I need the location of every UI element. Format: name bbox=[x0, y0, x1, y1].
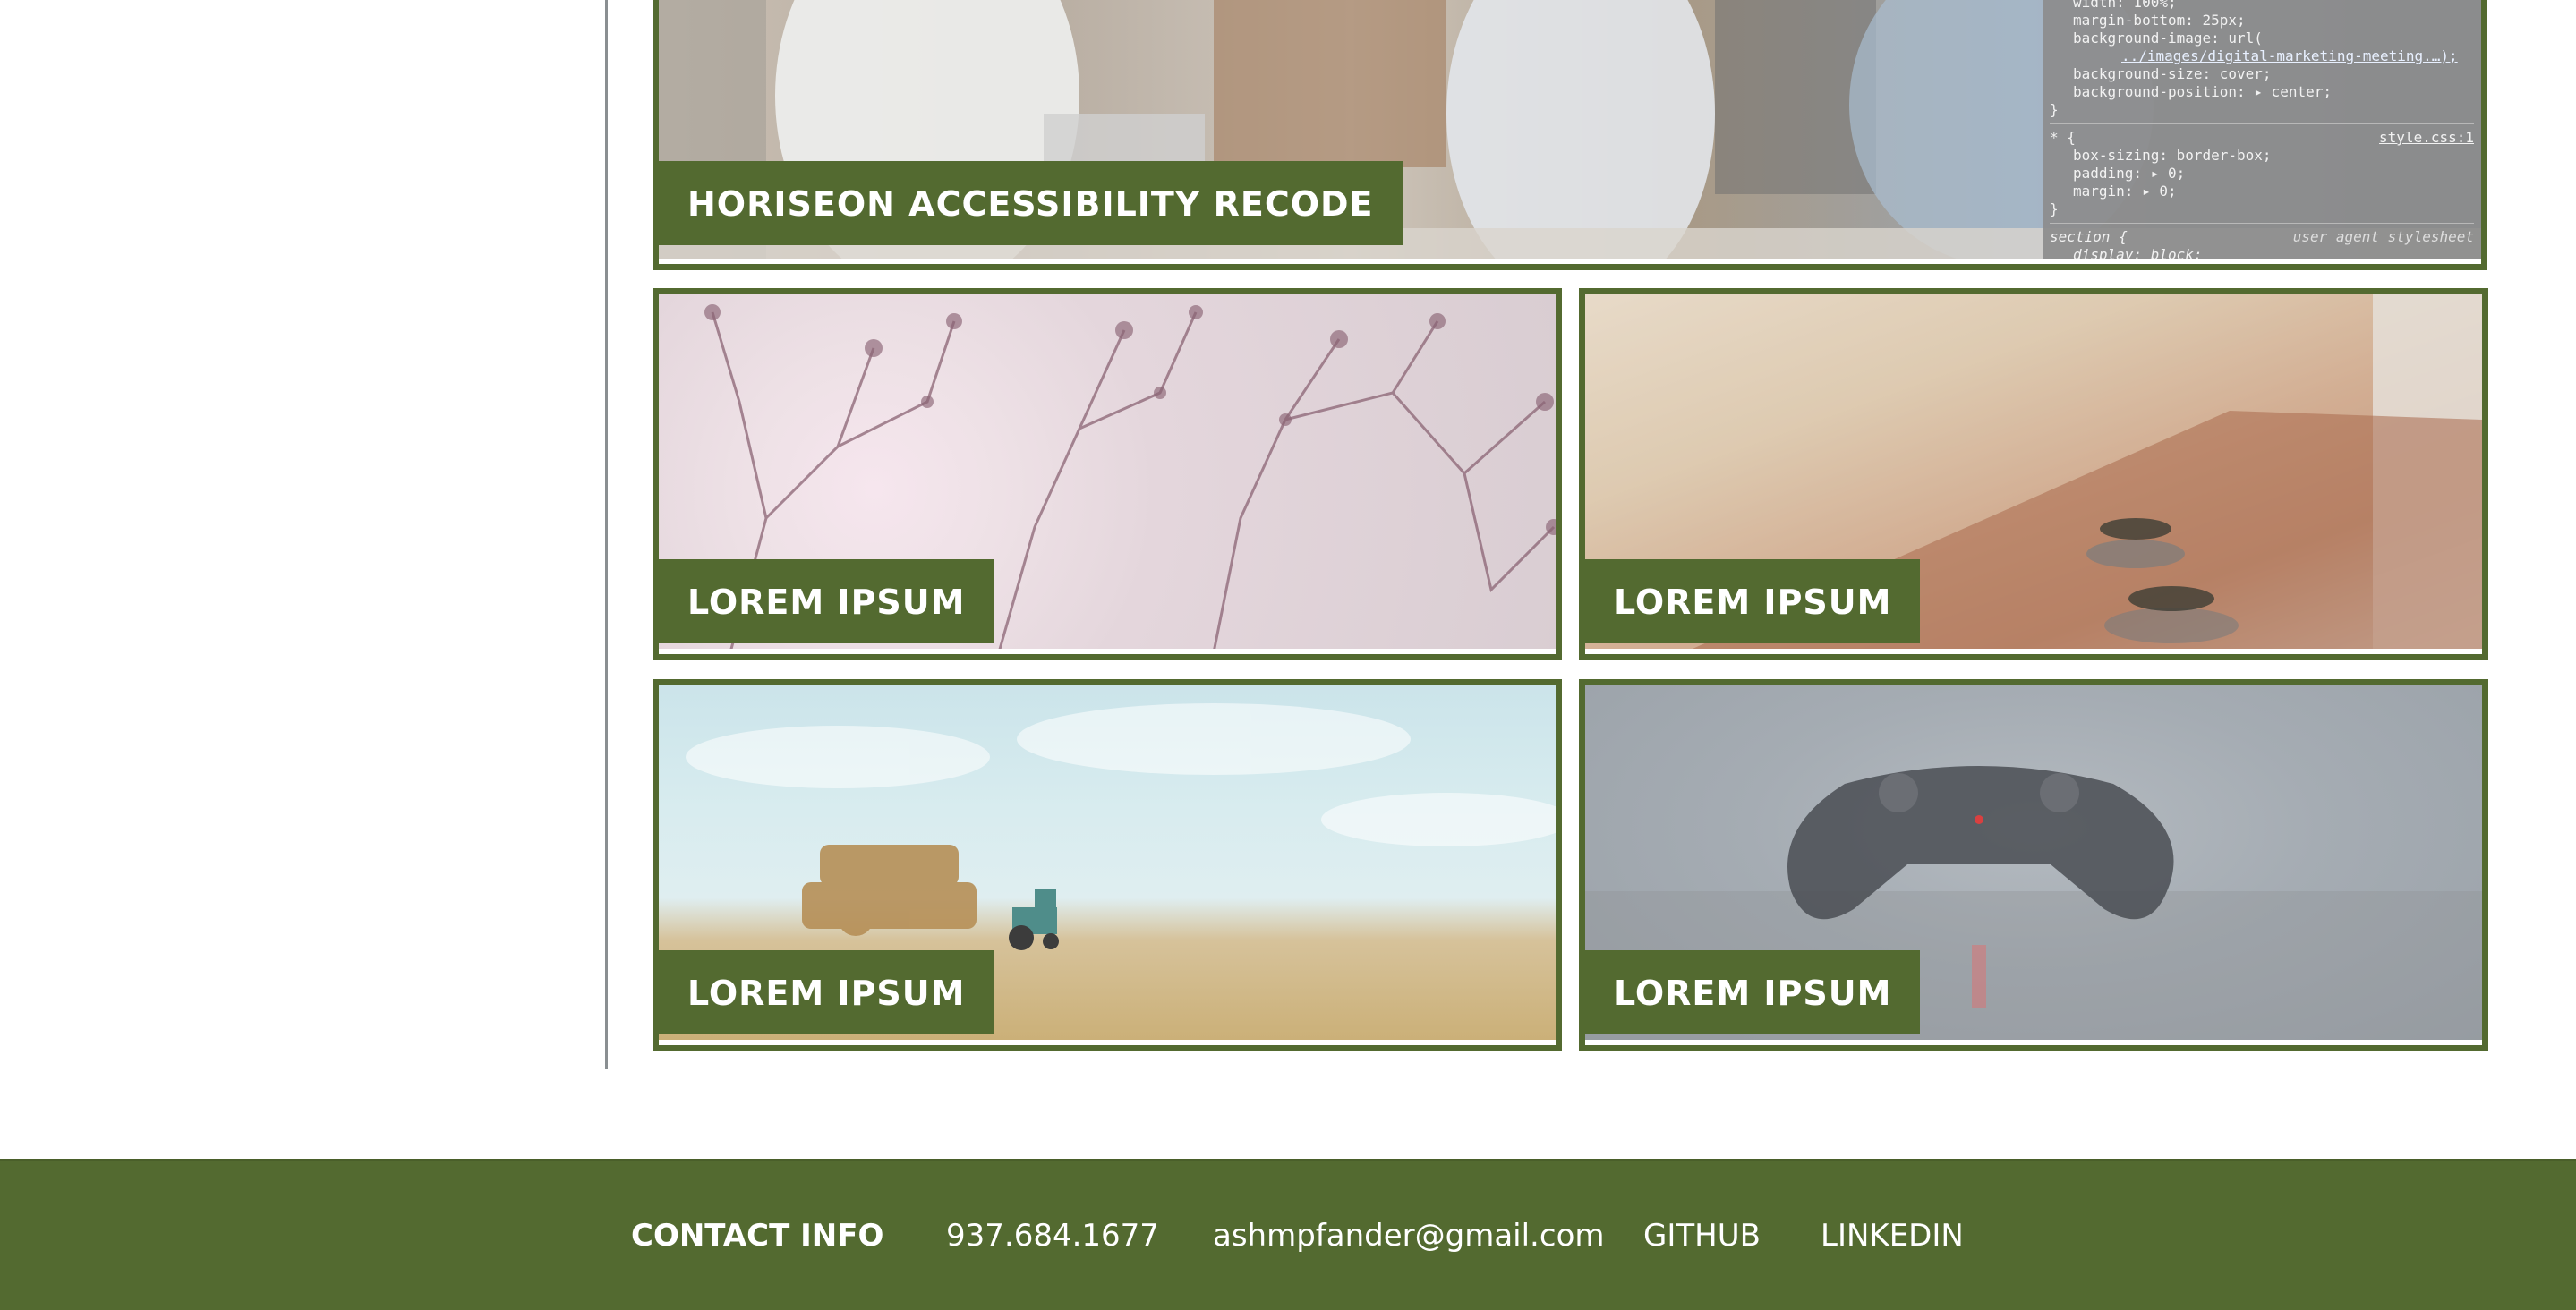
card-label: LOREM IPSUM bbox=[1585, 559, 1921, 643]
css-line: } bbox=[2050, 200, 2059, 217]
css-url-link[interactable]: ../images/digital-marketing-meeting.…); bbox=[2050, 47, 2474, 65]
css-line: width: 100%; bbox=[2073, 0, 2177, 11]
css-selector: section { bbox=[2050, 228, 2128, 245]
css-line: background-image: url( bbox=[2073, 30, 2263, 47]
css-line: box-sizing: border-box; bbox=[2073, 147, 2272, 164]
css-line: margin: ▸ 0; bbox=[2073, 183, 2177, 200]
phone-number: 937.684.1677 bbox=[946, 1218, 1159, 1254]
css-line: padding: ▸ 0; bbox=[2073, 165, 2186, 182]
devtools-separator bbox=[2050, 223, 2474, 224]
linkedin-link[interactable]: LINKEDIN bbox=[1821, 1217, 1964, 1255]
footer: CONTACT INFO 937.684.1677 ashmpfander@gm… bbox=[0, 1159, 2576, 1310]
card-controller: LOREM IPSUM bbox=[1579, 679, 2488, 1051]
css-selector: * { bbox=[2050, 129, 2076, 146]
card-label: LOREM IPSUM bbox=[1585, 950, 1921, 1034]
css-line: background-position: ▸ center; bbox=[2073, 83, 2332, 100]
stylesheet-link[interactable]: style.css:1 bbox=[2379, 129, 2474, 147]
user-agent-stylesheet-label: user agent stylesheet bbox=[2292, 228, 2474, 245]
email-link[interactable]: ashmpfander@gmail.com bbox=[1213, 1217, 1604, 1255]
card-cafe: LOREM IPSUM bbox=[1579, 288, 2488, 660]
css-line: background-size: cover; bbox=[2073, 65, 2272, 82]
hero-section: width: 100%; margin-bottom: 25px; backgr… bbox=[653, 0, 2487, 270]
sidebar-divider bbox=[605, 0, 608, 1069]
devtools-overlay: width: 100%; margin-bottom: 25px; backgr… bbox=[2043, 0, 2481, 259]
card-field: LOREM IPSUM bbox=[653, 679, 1562, 1051]
card-branches: LOREM IPSUM bbox=[653, 288, 1562, 660]
card-label: LOREM IPSUM bbox=[659, 559, 994, 643]
github-link[interactable]: GITHUB bbox=[1643, 1217, 1761, 1255]
css-line: display: block; bbox=[2073, 246, 2203, 259]
css-line: margin-bottom: 25px; bbox=[2073, 12, 2246, 29]
card-label: LOREM IPSUM bbox=[659, 950, 994, 1034]
devtools-separator bbox=[2050, 123, 2474, 124]
contact-info-heading: CONTACT INFO bbox=[631, 1218, 884, 1254]
css-line: } bbox=[2050, 101, 2059, 118]
hero-title: HORISEON ACCESSIBILITY RECODE bbox=[659, 161, 1403, 245]
